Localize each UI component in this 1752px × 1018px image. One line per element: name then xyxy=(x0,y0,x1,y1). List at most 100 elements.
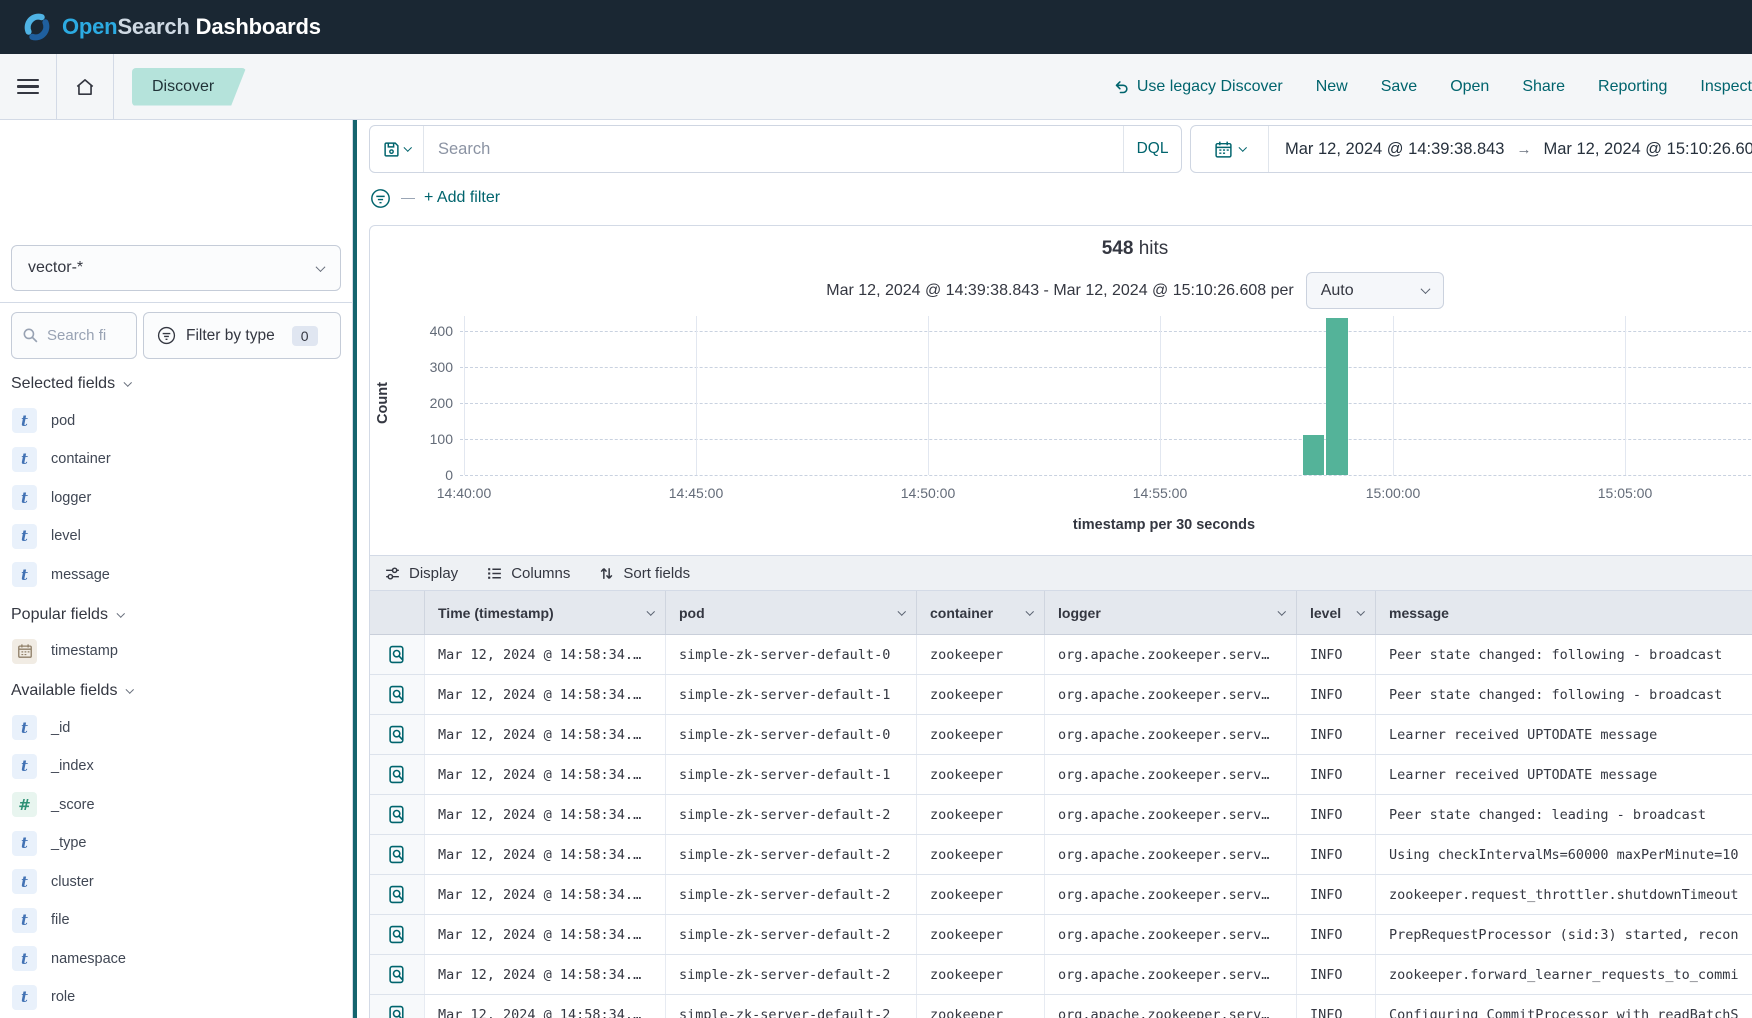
search-input[interactable]: Search xyxy=(424,126,1123,172)
search-icon xyxy=(22,327,39,344)
cell-logger: org.apache.zookeeper.serv… xyxy=(1045,875,1297,914)
chevron-down-icon[interactable] xyxy=(646,607,654,615)
cell-message: Peer state changed: leading - broadcast xyxy=(1376,795,1752,834)
index-pattern-select[interactable]: vector-* xyxy=(11,245,341,291)
field-item-namespace[interactable]: tnamespace xyxy=(12,946,352,972)
histogram-bar[interactable] xyxy=(1303,435,1324,475)
table-header-container[interactable]: container xyxy=(917,591,1045,634)
x-gridline xyxy=(696,316,697,475)
nav-action-inspect[interactable]: Inspect xyxy=(1700,78,1752,96)
y-tick-label: 100 xyxy=(403,431,453,447)
expand-row-button[interactable] xyxy=(370,995,425,1018)
field-item-cluster[interactable]: tcluster xyxy=(12,869,352,895)
cell-message: Using checkIntervalMs=60000 maxPerMinute… xyxy=(1376,835,1752,874)
nav-action-save[interactable]: Save xyxy=(1381,78,1417,96)
field-item-role[interactable]: trole xyxy=(12,984,352,1010)
table-header-logger[interactable]: logger xyxy=(1045,591,1297,634)
query-language-button[interactable]: DQL xyxy=(1123,126,1181,172)
cell-pod: simple-zk-server-default-0 xyxy=(666,715,917,754)
table-header-message[interactable]: message xyxy=(1376,591,1752,634)
breadcrumb-discover[interactable]: Discover xyxy=(132,68,246,106)
table-header-time-timestamp-[interactable]: Time (timestamp) xyxy=(425,591,666,634)
cell-container: zookeeper xyxy=(917,955,1045,994)
toolbar-sort-fields-button[interactable]: Sort fields xyxy=(598,565,690,582)
field-item-timestamp[interactable]: timestamp xyxy=(12,638,352,664)
chevron-down-icon[interactable] xyxy=(897,607,905,615)
section-label: Selected fields xyxy=(11,375,115,393)
field-sections: Selected fields tpod tcontainer tlogger tlev… xyxy=(0,373,352,1010)
expand-row-button[interactable] xyxy=(370,755,425,794)
expand-row-button[interactable] xyxy=(370,915,425,954)
inspect-document-icon xyxy=(388,1005,407,1018)
chevron-down-icon xyxy=(126,686,134,694)
nav-action-reporting[interactable]: Reporting xyxy=(1598,78,1667,96)
date-from[interactable]: Mar 12, 2024 @ 14:39:38.843 xyxy=(1285,140,1505,159)
field-item-logger[interactable]: tlogger xyxy=(12,485,352,511)
list-icon xyxy=(486,565,503,582)
cell-pod: simple-zk-server-default-2 xyxy=(666,915,917,954)
histogram-bar[interactable] xyxy=(1326,318,1348,475)
table-header-level[interactable]: level xyxy=(1297,591,1376,634)
expand-row-button[interactable] xyxy=(370,635,425,674)
filter-by-type-button[interactable]: Filter by type 0 xyxy=(143,312,341,359)
nav-action-share[interactable]: Share xyxy=(1522,78,1565,96)
histogram-chart[interactable]: Count timestamp per 30 seconds 400300200… xyxy=(370,311,1752,546)
field-item-message[interactable]: tmessage xyxy=(12,562,352,588)
date-to[interactable]: Mar 12, 2024 @ 15:10:26.608 xyxy=(1544,140,1752,159)
section-header-popular-fields[interactable]: Popular fields xyxy=(11,604,341,626)
field-item-level[interactable]: tlevel xyxy=(12,523,352,549)
saved-query-button[interactable] xyxy=(370,126,424,172)
field-item-file[interactable]: tfile xyxy=(12,907,352,933)
chevron-down-icon xyxy=(117,609,125,617)
inspect-document-icon xyxy=(388,645,407,664)
cell-time: Mar 12, 2024 @ 14:58:34.… xyxy=(425,915,666,954)
date-quick-select-button[interactable] xyxy=(1191,126,1269,172)
interval-select[interactable]: Auto xyxy=(1306,272,1444,309)
section-header-available-fields[interactable]: Available fields xyxy=(11,680,341,702)
expand-row-button[interactable] xyxy=(370,715,425,754)
sliders-icon xyxy=(384,565,401,582)
menu-button[interactable] xyxy=(0,54,56,119)
field-item-pod[interactable]: tpod xyxy=(12,408,352,434)
expand-row-button[interactable] xyxy=(370,955,425,994)
add-filter-button[interactable]: + Add filter xyxy=(424,189,500,207)
date-range[interactable]: Mar 12, 2024 @ 14:39:38.843 → Mar 12, 20… xyxy=(1269,126,1752,172)
nav-bar: Discover Use legacy Discover New Save Open S… xyxy=(0,54,1752,120)
field-type-string-icon: t xyxy=(12,831,37,856)
expand-row-button[interactable] xyxy=(370,875,425,914)
sort-icon xyxy=(598,565,615,582)
filter-icon[interactable] xyxy=(369,187,392,210)
field-item-container[interactable]: tcontainer xyxy=(12,446,352,472)
y-gridline xyxy=(460,439,1752,440)
expand-row-button[interactable] xyxy=(370,795,425,834)
table-header-pod[interactable]: pod xyxy=(666,591,917,634)
column-header-label: message xyxy=(1389,605,1449,621)
expand-row-button[interactable] xyxy=(370,675,425,714)
toolbar-display-button[interactable]: Display xyxy=(384,565,458,582)
field-item-_score[interactable]: #_score xyxy=(12,792,352,818)
cell-container: zookeeper xyxy=(917,915,1045,954)
cell-message: zookeeper.request_throttler.shutdownTime… xyxy=(1376,875,1752,914)
expand-row-button[interactable] xyxy=(370,835,425,874)
field-type-string-icon: t xyxy=(12,869,37,894)
cell-message: Peer state changed: following - broadcas… xyxy=(1376,675,1752,714)
field-item-_type[interactable]: t_type xyxy=(12,830,352,856)
home-button[interactable] xyxy=(57,54,113,119)
field-search-input[interactable]: Search fi xyxy=(11,312,137,359)
y-tick-label: 400 xyxy=(403,323,453,339)
chevron-down-icon[interactable] xyxy=(1025,607,1033,615)
x-tick-label: 14:50:00 xyxy=(883,485,973,501)
chevron-down-icon[interactable] xyxy=(1277,607,1285,615)
column-header-label: Time (timestamp) xyxy=(438,605,554,621)
chevron-down-icon[interactable] xyxy=(1356,607,1364,615)
toolbar-columns-button[interactable]: Columns xyxy=(486,565,570,582)
nav-action-use-legacy-discover[interactable]: Use legacy Discover xyxy=(1112,78,1283,96)
section-header-selected-fields[interactable]: Selected fields xyxy=(11,373,341,395)
field-type-string-icon: t xyxy=(12,485,37,510)
field-item-_index[interactable]: t_index xyxy=(12,753,352,779)
opensearch-dashboards-discover: OpenSearchDashboards Discover Use legacy… xyxy=(0,0,1752,1018)
field-item-_id[interactable]: t_id xyxy=(12,715,352,741)
nav-action-open[interactable]: Open xyxy=(1450,78,1489,96)
table-row: Mar 12, 2024 @ 14:58:34.…simple-zk-serve… xyxy=(370,795,1752,835)
nav-action-new[interactable]: New xyxy=(1316,78,1348,96)
